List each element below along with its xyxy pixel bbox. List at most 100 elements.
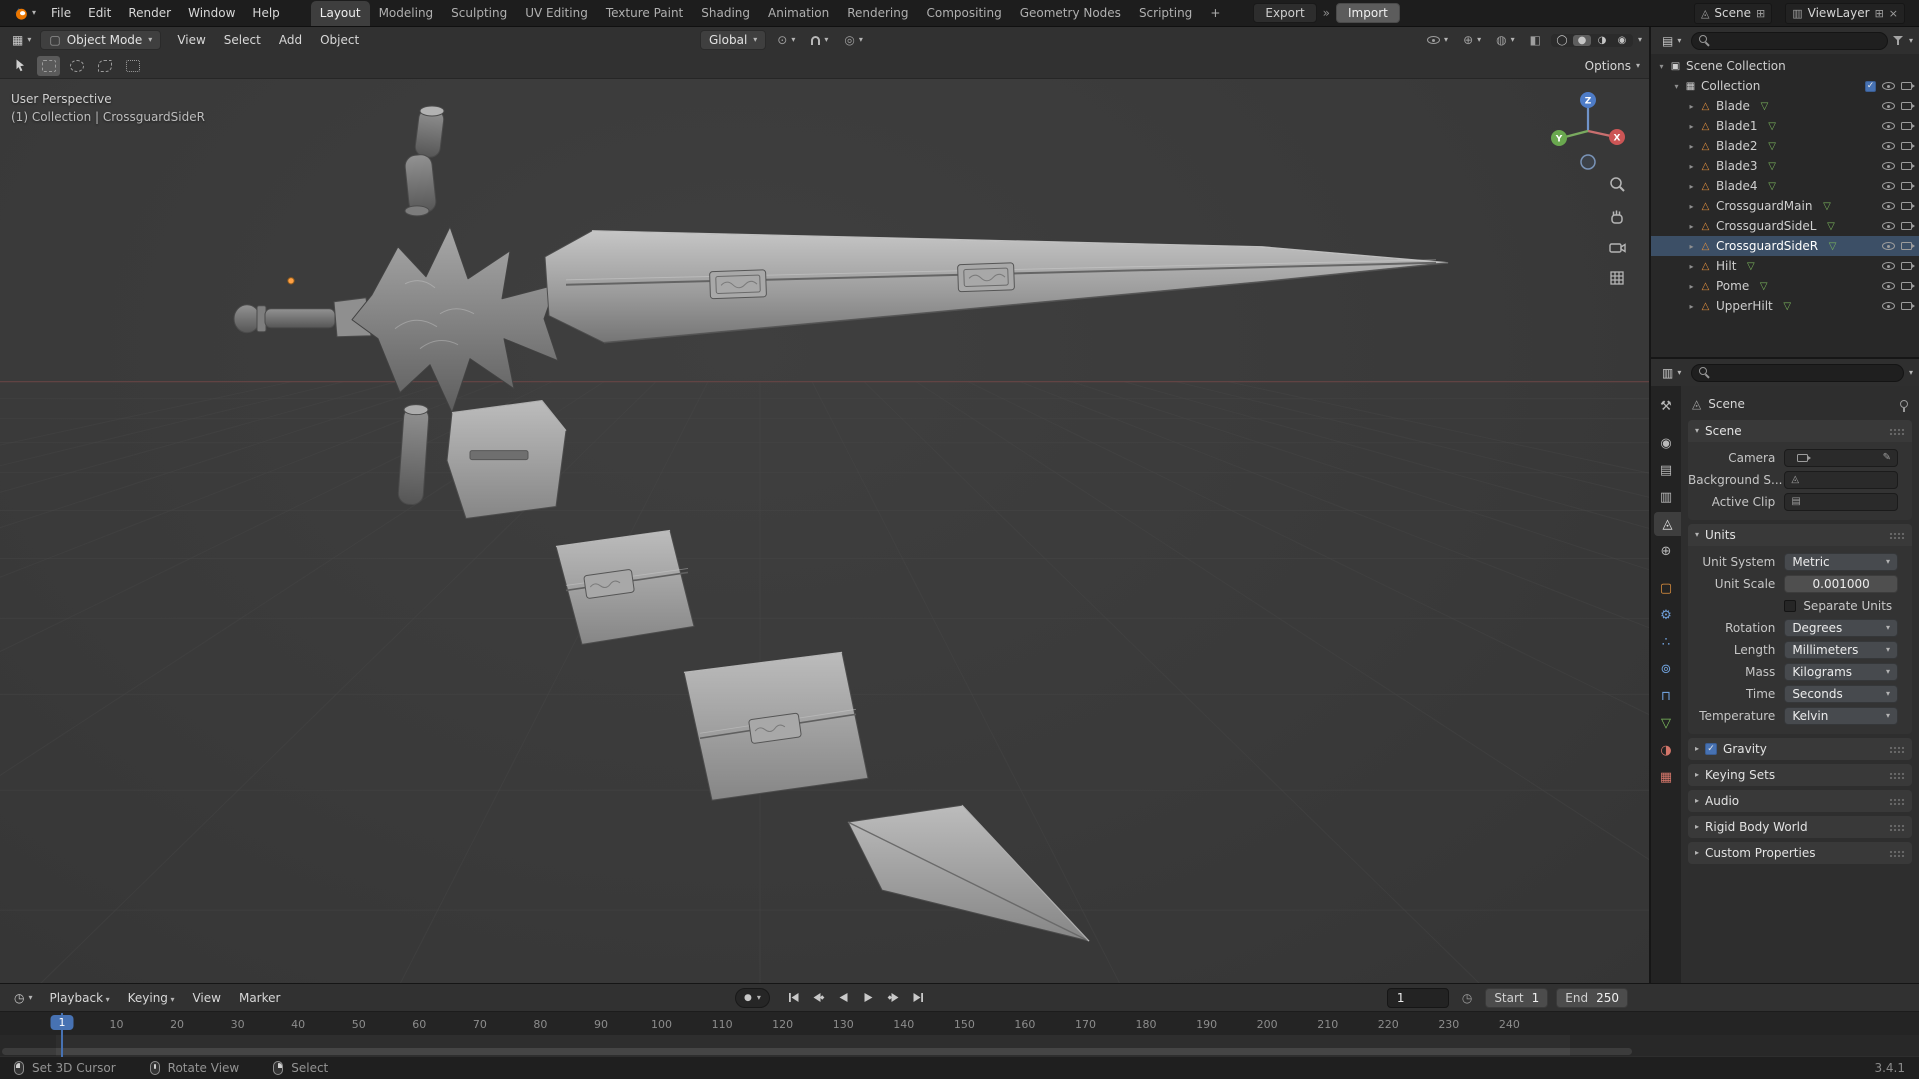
expander-icon[interactable]: ▾ bbox=[1655, 62, 1668, 71]
disable-in-renders-toggle[interactable] bbox=[1901, 302, 1915, 310]
drag-handle-icon[interactable] bbox=[1889, 531, 1905, 539]
shading-dropdown[interactable]: ▾ bbox=[1638, 36, 1642, 44]
hilt-grip[interactable] bbox=[264, 308, 336, 329]
viewport-menu-object[interactable]: Object bbox=[312, 30, 367, 50]
properties-tab-tool[interactable]: ⚒ bbox=[1651, 394, 1681, 418]
timeline-menu-marker[interactable]: Marker bbox=[231, 988, 288, 1008]
orientation-dropdown[interactable]: Global ▾ bbox=[700, 30, 767, 50]
rotation-dropdown[interactable]: Degrees ▾ bbox=[1784, 619, 1898, 637]
mass-dropdown[interactable]: Kilograms ▾ bbox=[1784, 663, 1898, 681]
panel-scene-header[interactable]: ▾ Scene bbox=[1688, 420, 1912, 442]
pin-icon[interactable] bbox=[1900, 399, 1908, 412]
playhead[interactable]: 1 bbox=[50, 1015, 74, 1030]
menu-window[interactable]: Window bbox=[180, 3, 243, 23]
properties-tab-scene[interactable]: ◬ bbox=[1654, 512, 1681, 536]
menu-help[interactable]: Help bbox=[244, 3, 287, 23]
shading-wireframe-icon[interactable]: ◯ bbox=[1553, 35, 1571, 46]
panel-gravity-header[interactable]: ▸ ✓ Gravity bbox=[1688, 738, 1912, 760]
properties-tab-material[interactable]: ◑ bbox=[1651, 738, 1681, 762]
disable-in-renders-toggle[interactable] bbox=[1901, 262, 1915, 270]
expander-icon[interactable]: ▸ bbox=[1685, 222, 1698, 231]
properties-options-dropdown[interactable]: ▾ bbox=[1909, 368, 1913, 377]
drag-handle-icon[interactable] bbox=[1889, 797, 1905, 805]
options-dropdown[interactable]: Options ▾ bbox=[1585, 59, 1640, 73]
expander-icon[interactable]: ▸ bbox=[1685, 262, 1698, 271]
properties-tab-physics[interactable]: ⊚ bbox=[1651, 657, 1681, 681]
hide-in-viewport-toggle[interactable] bbox=[1882, 122, 1895, 130]
shading-solid-icon[interactable]: ● bbox=[1572, 34, 1591, 46]
outliner-row-collection[interactable]: ▾ ▦ Collection ✓ bbox=[1651, 76, 1919, 96]
remove-view-layer-button[interactable]: × bbox=[1889, 8, 1898, 19]
blender-menu-button[interactable]: ▾ bbox=[6, 3, 42, 23]
auto-keying-toggle[interactable]: ● ▾ bbox=[735, 987, 770, 1008]
gizmos-dropdown[interactable]: ⊕ ▾ bbox=[1458, 32, 1486, 48]
new-scene-button[interactable]: ⊞ bbox=[1756, 8, 1765, 19]
disable-in-renders-toggle[interactable] bbox=[1901, 102, 1915, 110]
scene-selector[interactable]: ◬ Scene ⊞ bbox=[1693, 2, 1773, 24]
panel-units-header[interactable]: ▾ Units bbox=[1688, 524, 1912, 546]
workspace-tab-layout[interactable]: Layout bbox=[310, 0, 370, 26]
expander-icon[interactable]: ▸ bbox=[1685, 302, 1698, 311]
workspace-tab-animation[interactable]: Animation bbox=[759, 1, 838, 26]
properties-tab-render[interactable]: ◉ bbox=[1651, 431, 1681, 455]
timeline-scrollbar[interactable] bbox=[2, 1048, 1632, 1055]
blade-segment-2[interactable] bbox=[683, 651, 869, 801]
expander-icon[interactable]: ▸ bbox=[1685, 162, 1698, 171]
workspace-tab-rendering[interactable]: Rendering bbox=[838, 1, 917, 26]
outliner-row-scene-collection[interactable]: ▾ ▣ Scene Collection bbox=[1651, 56, 1919, 76]
disable-in-renders-toggle[interactable] bbox=[1901, 182, 1915, 190]
panel-rigid-body-world-header[interactable]: ▸ Rigid Body World bbox=[1688, 816, 1912, 838]
outliner-row-blade4[interactable]: ▸ △ Blade4 ▽ bbox=[1651, 176, 1919, 196]
disable-in-renders-toggle[interactable] bbox=[1901, 142, 1915, 150]
menu-render[interactable]: Render bbox=[120, 3, 179, 23]
crossguard-side-piece[interactable] bbox=[397, 400, 567, 520]
properties-tab-view-layer[interactable]: ▥ bbox=[1651, 485, 1681, 509]
cursor-tool-button[interactable] bbox=[121, 56, 144, 76]
zoom-button[interactable] bbox=[1607, 175, 1627, 195]
outliner-row-blade2[interactable]: ▸ △ Blade2 ▽ bbox=[1651, 136, 1919, 156]
hide-in-viewport-toggle[interactable] bbox=[1882, 302, 1895, 310]
length-dropdown[interactable]: Millimeters ▾ bbox=[1784, 641, 1898, 659]
select-lasso-tool-button[interactable] bbox=[93, 56, 116, 76]
workspace-tab-texture-paint[interactable]: Texture Paint bbox=[597, 1, 692, 26]
viewport-menu-add[interactable]: Add bbox=[271, 30, 310, 50]
viewport-menu-view[interactable]: View bbox=[169, 30, 213, 50]
background-s-field[interactable]: ◬ bbox=[1784, 471, 1898, 489]
outliner-row-upperhilt[interactable]: ▸ △ UpperHilt ▽ bbox=[1651, 296, 1919, 316]
workspace-tab-modeling[interactable]: Modeling bbox=[370, 1, 443, 26]
upper-hilt-piece[interactable] bbox=[404, 105, 445, 217]
object-visibility-dropdown[interactable]: ▾ bbox=[1422, 34, 1453, 46]
viewport-menu-select[interactable]: Select bbox=[216, 30, 269, 50]
select-circle-tool-button[interactable] bbox=[65, 56, 88, 76]
workspace-tab-scripting[interactable]: Scripting bbox=[1130, 1, 1201, 26]
workspace-tab-shading[interactable]: Shading bbox=[692, 1, 759, 26]
expander-icon[interactable]: ▸ bbox=[1685, 282, 1698, 291]
blade-emblem-2[interactable] bbox=[957, 262, 1015, 293]
menu-file[interactable]: File bbox=[43, 3, 79, 23]
gizmo-negative-z-axis[interactable] bbox=[1580, 154, 1596, 170]
gravity-checkbox[interactable]: ✓ bbox=[1705, 743, 1718, 755]
workspace-tab-sculpting[interactable]: Sculpting bbox=[442, 1, 516, 26]
play-button[interactable] bbox=[857, 988, 881, 1007]
eyedropper-icon[interactable]: ✎ bbox=[1883, 453, 1891, 463]
import-button[interactable]: Import bbox=[1336, 3, 1400, 23]
hide-in-viewport-toggle[interactable] bbox=[1882, 102, 1895, 110]
active-clip-field[interactable]: ▤ bbox=[1784, 493, 1898, 511]
drag-handle-icon[interactable] bbox=[1889, 745, 1905, 753]
pan-button[interactable] bbox=[1607, 206, 1627, 226]
expander-icon[interactable]: ▸ bbox=[1685, 142, 1698, 151]
end-frame-field[interactable]: End 250 bbox=[1556, 987, 1628, 1008]
tweak-tool-button[interactable] bbox=[9, 56, 32, 76]
properties-search-input[interactable] bbox=[1714, 365, 1896, 380]
outliner-search-input[interactable] bbox=[1714, 33, 1880, 48]
menu-edit[interactable]: Edit bbox=[80, 3, 119, 23]
unit-system-dropdown[interactable]: Metric ▾ bbox=[1784, 553, 1898, 571]
assembled-sword[interactable] bbox=[233, 226, 1449, 414]
properties-tab-modifiers[interactable]: ⚙ bbox=[1651, 603, 1681, 627]
camera-field[interactable]: ✎ bbox=[1784, 449, 1898, 467]
snap-toggle[interactable]: ▾ bbox=[806, 34, 833, 47]
blade-tip-piece[interactable] bbox=[847, 804, 1090, 942]
new-view-layer-button[interactable]: ⊞ bbox=[1875, 8, 1884, 19]
properties-tab-object[interactable]: ▢ bbox=[1651, 576, 1681, 600]
add-workspace-button[interactable]: + bbox=[1202, 2, 1228, 24]
